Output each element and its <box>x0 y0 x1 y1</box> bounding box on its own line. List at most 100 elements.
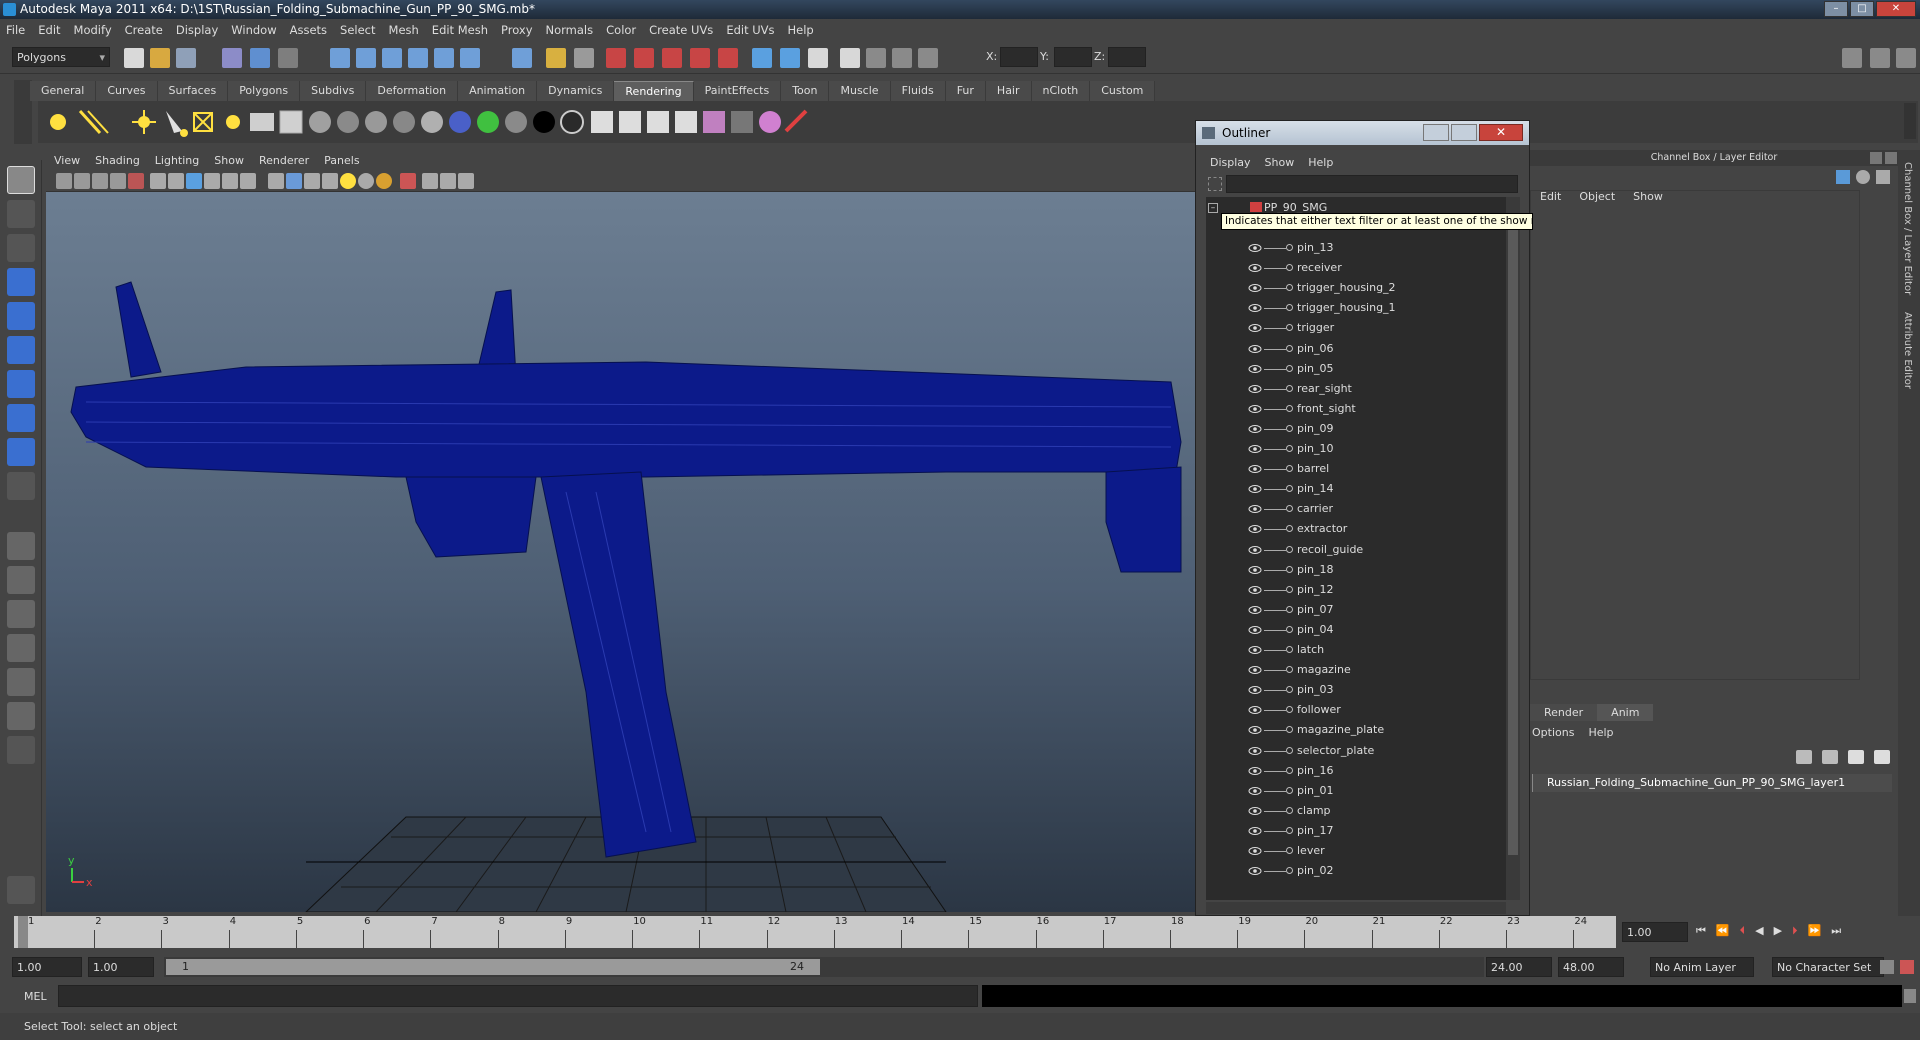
perspective-viewport[interactable]: y x <box>46 192 1196 912</box>
step-back-key-icon[interactable]: ⏴ <box>1740 924 1746 938</box>
layer-menu-help[interactable]: Help <box>1588 726 1613 739</box>
select-object-icon[interactable] <box>250 48 270 68</box>
visibility-icon[interactable] <box>1248 766 1262 776</box>
outliner-row[interactable]: carrier <box>1206 500 1506 518</box>
shelf-tab-dynamics[interactable]: Dynamics <box>537 81 615 101</box>
time-slider[interactable]: 1 2 3 4 5 6 7 8 9 10 11 12 13 14 15 16 17 18 19 20 21 22 23 24 <box>14 916 1616 948</box>
render-frame-icon[interactable] <box>606 48 626 68</box>
shelf-tab-toon[interactable]: Toon <box>781 81 830 101</box>
layer-tab-anim[interactable]: Anim <box>1597 704 1654 721</box>
outliner-row[interactable]: receiver <box>1206 259 1506 277</box>
visibility-icon[interactable] <box>1248 384 1262 394</box>
point-light-icon[interactable] <box>132 110 156 134</box>
rotate-tool-icon[interactable] <box>7 302 35 330</box>
xray-icon[interactable] <box>422 173 438 189</box>
transform-mode-icon[interactable] <box>840 48 860 68</box>
minimize-button[interactable]: – <box>1824 1 1848 17</box>
persp-graph-hypergraph-layout-icon[interactable] <box>7 702 35 730</box>
camera-attributes-icon[interactable] <box>74 173 90 189</box>
2d-pan-zoom-icon[interactable] <box>128 173 144 189</box>
visibility-icon[interactable] <box>1248 404 1262 414</box>
visibility-icon[interactable] <box>1248 665 1262 675</box>
menu-edit[interactable]: Edit <box>38 23 60 37</box>
shelf-tab-animation[interactable]: Animation <box>458 81 538 101</box>
range-slider[interactable]: 1 24 <box>164 957 1484 977</box>
menu-color[interactable]: Color <box>606 23 636 37</box>
lock-icon[interactable] <box>546 48 566 68</box>
move-tool-icon[interactable] <box>7 268 35 296</box>
menu-normals[interactable]: Normals <box>546 23 594 37</box>
layer-row[interactable]: Russian_Folding_Submachine_Gun_PP_90_SMG… <box>1532 774 1892 792</box>
step-back-frame-icon[interactable]: ⏪ <box>1716 924 1730 938</box>
outliner-row[interactable]: magazine <box>1206 661 1506 679</box>
xray-components-icon[interactable] <box>458 173 474 189</box>
shadows-icon[interactable] <box>358 173 374 189</box>
visibility-icon[interactable] <box>1248 444 1262 454</box>
shelf-tab-ncloth[interactable]: nCloth <box>1031 81 1091 101</box>
visibility-icon[interactable] <box>1248 866 1262 876</box>
menu-create[interactable]: Create <box>125 23 163 37</box>
bookmarks-icon[interactable] <box>92 173 108 189</box>
outliner-filter-icon[interactable] <box>1208 177 1222 191</box>
render-settings-icon[interactable] <box>662 48 682 68</box>
shelf-tab-general[interactable]: General <box>30 81 97 101</box>
outliner-row[interactable]: pin_06 <box>1206 340 1506 358</box>
scale-tool-icon[interactable] <box>7 336 35 364</box>
visibility-icon[interactable] <box>1248 504 1262 514</box>
outliner-row[interactable]: pin_17 <box>1206 822 1506 840</box>
viewport-menu-shading[interactable]: Shading <box>95 154 140 167</box>
play-forwards-icon[interactable]: ▶ <box>1774 924 1782 938</box>
visibility-icon[interactable] <box>1248 806 1262 816</box>
outliner-row[interactable]: selector_plate <box>1206 742 1506 760</box>
step-forward-frame-icon[interactable]: ⏩ <box>1808 924 1822 938</box>
film-gate-icon[interactable] <box>168 173 184 189</box>
open-scene-icon[interactable] <box>150 48 170 68</box>
visibility-icon[interactable] <box>1248 685 1262 695</box>
outliner-row[interactable]: recoil_guide <box>1206 541 1506 559</box>
ipr-icon[interactable] <box>619 111 641 133</box>
gate-mask-icon[interactable] <box>204 173 220 189</box>
visibility-icon[interactable] <box>1248 746 1262 756</box>
blinn-material-icon[interactable] <box>309 111 331 133</box>
step-forward-key-icon[interactable]: ⏵ <box>1792 924 1798 938</box>
use-background-icon[interactable] <box>560 110 584 134</box>
outliner-row[interactable]: pin_16 <box>1206 762 1506 780</box>
four-view-layout-icon[interactable] <box>7 566 35 594</box>
menu-mesh[interactable]: Mesh <box>389 23 419 37</box>
menu-help[interactable]: Help <box>788 23 814 37</box>
start-time-field[interactable]: 1.00 <box>12 957 82 977</box>
construction-history-icon[interactable] <box>574 48 594 68</box>
outliner-row[interactable]: pin_12 <box>1206 581 1506 599</box>
move-layer-down-icon[interactable] <box>1874 750 1890 764</box>
render-view-icon[interactable] <box>718 48 738 68</box>
current-frame-field[interactable]: 1.00 <box>1622 922 1688 942</box>
ipr-render-icon[interactable] <box>634 48 654 68</box>
field-chart-icon[interactable] <box>222 173 238 189</box>
rename-icon[interactable] <box>780 48 800 68</box>
menu-create-uvs[interactable]: Create UVs <box>649 23 713 37</box>
shelf-tab-painteffects[interactable]: PaintEffects <box>693 81 782 101</box>
shelf-tab-fur[interactable]: Fur <box>945 81 986 101</box>
visibility-icon[interactable] <box>1248 625 1262 635</box>
outliner-vertical-scrollbar[interactable] <box>1506 197 1520 900</box>
outliner-row[interactable]: pin_14 <box>1206 480 1506 498</box>
render-settings-shelf-icon[interactable] <box>675 111 697 133</box>
range-slider-handle[interactable]: 1 24 <box>166 959 820 975</box>
visibility-icon[interactable] <box>1248 725 1262 735</box>
shelf-tab-polygons[interactable]: Polygons <box>228 81 301 101</box>
command-input[interactable] <box>58 985 978 1007</box>
shelf-tab-deformation[interactable]: Deformation <box>366 81 459 101</box>
outliner-menu-display[interactable]: Display <box>1210 156 1251 169</box>
snap-curve-icon[interactable] <box>356 48 376 68</box>
shelf-tab-custom[interactable]: Custom <box>1090 81 1156 101</box>
phonge-material-icon[interactable] <box>393 111 415 133</box>
viewport-menu-renderer[interactable]: Renderer <box>259 154 309 167</box>
hardware-texturing-icon[interactable] <box>376 173 392 189</box>
shelf-tab-fluids[interactable]: Fluids <box>890 81 946 101</box>
current-time-marker[interactable] <box>18 916 28 948</box>
smooth-shade-icon[interactable] <box>286 173 302 189</box>
visibility-icon[interactable] <box>1248 303 1262 313</box>
channel-box-display-icon[interactable] <box>1836 170 1850 184</box>
outliner-row[interactable]: trigger_housing_2 <box>1206 279 1506 297</box>
menu-set-dropdown[interactable]: Polygons ▾ <box>12 47 110 67</box>
